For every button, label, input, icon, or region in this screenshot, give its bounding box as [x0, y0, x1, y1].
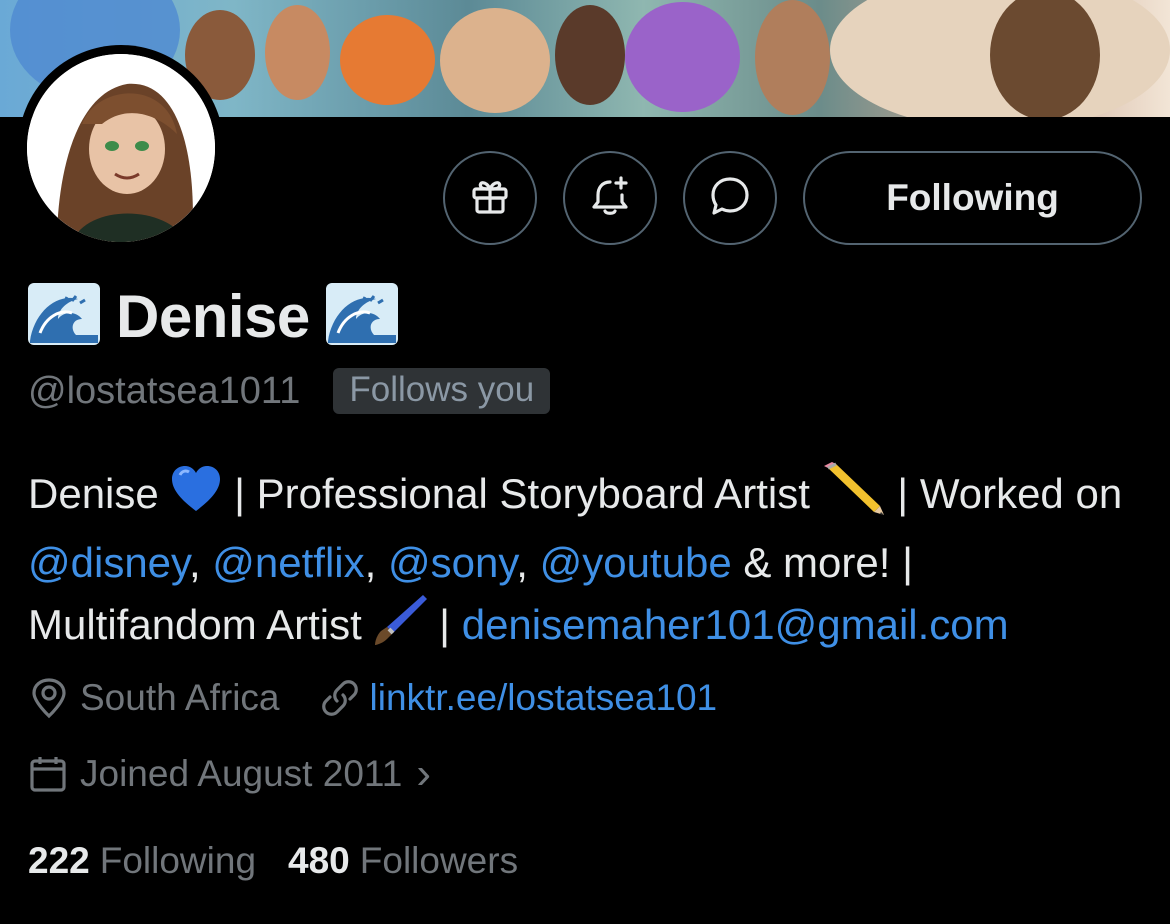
paintbrush-icon	[373, 593, 428, 663]
mention-link[interactable]: @sony	[388, 539, 516, 586]
website-link[interactable]: linktr.ee/lostatsea101	[370, 677, 718, 719]
bio-text: | Worked on	[885, 470, 1123, 518]
chevron-right-icon: ›	[416, 749, 431, 798]
following-stat[interactable]: 222 Following	[28, 840, 256, 882]
follows-you-badge: Follows you	[333, 368, 551, 414]
followers-count: 480	[288, 840, 350, 881]
message-button[interactable]	[683, 151, 777, 245]
joined-row[interactable]: Joined August 2011 ›	[28, 746, 431, 802]
pencil-icon	[822, 462, 886, 532]
gift-button[interactable]	[443, 151, 537, 245]
following-button[interactable]: Following	[803, 151, 1142, 245]
bio-text: |	[427, 601, 462, 649]
user-handle: @lostatsea1011	[28, 369, 301, 412]
location-text: South Africa	[80, 677, 280, 718]
location-pin-icon	[28, 677, 70, 719]
display-name-row: Denise	[28, 281, 398, 351]
bio-text: | Professional Storyboard Artist	[222, 470, 822, 518]
follow-stats: 222 Following 480 Followers	[28, 833, 518, 889]
wave-emoji-icon	[28, 282, 100, 350]
mention-link[interactable]: @netflix	[212, 539, 364, 586]
profile-bio: Denise | Professional Storyboard Artist …	[28, 462, 1148, 663]
bio-separator: ,	[364, 539, 388, 586]
notify-button[interactable]	[563, 151, 657, 245]
link-icon	[320, 678, 360, 718]
display-name: Denise	[116, 282, 310, 350]
following-count: 222	[28, 840, 90, 881]
bio-separator: ,	[516, 539, 540, 586]
followers-label: Followers	[359, 840, 519, 881]
profile-avatar[interactable]	[18, 45, 224, 251]
following-label: Following	[99, 840, 257, 881]
mention-link[interactable]: @disney	[28, 539, 189, 586]
profile-meta-row: South Africa linktr.ee/lostatsea101	[28, 670, 717, 726]
gift-icon	[468, 174, 512, 223]
blue-heart-icon	[170, 465, 222, 529]
joined-date: Joined August 2011	[80, 753, 403, 794]
bio-text: Denise	[28, 470, 171, 518]
email-link[interactable]: denisemaher101@gmail.com	[462, 601, 1009, 648]
mention-link[interactable]: @youtube	[540, 539, 732, 586]
bell-plus-icon	[588, 174, 632, 223]
message-bubble-icon	[707, 173, 753, 224]
wave-emoji-icon	[325, 282, 398, 350]
followers-stat[interactable]: 480 Followers	[288, 840, 518, 882]
bio-separator: ,	[188, 539, 213, 586]
handle-row: @lostatsea1011 Follows you	[28, 365, 551, 417]
calendar-icon	[28, 754, 68, 794]
